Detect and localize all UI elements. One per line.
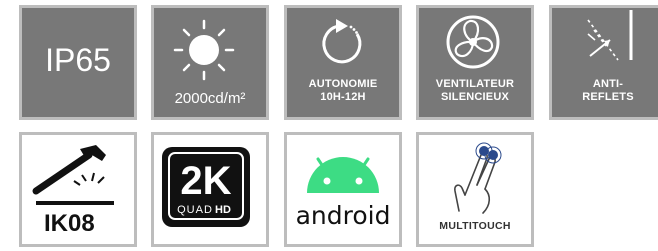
multitouch-label: MULTITOUCH bbox=[439, 220, 511, 232]
anti-glare-caption: ANTI- REFLETS bbox=[552, 78, 658, 104]
feature-tile-quad-hd: 2K QUAD HD bbox=[151, 132, 269, 247]
feature-tile-autonomy: AUTONOMIE 10H-12H bbox=[284, 5, 402, 120]
brightness-label: 2000cd/m² bbox=[174, 90, 246, 107]
hd-text: HD bbox=[215, 204, 231, 216]
feature-tile-anti-glare: ANTI- REFLETS bbox=[549, 5, 658, 120]
anti-glare-caption-line1: ANTI- bbox=[592, 78, 624, 90]
fan-caption-line1: VENTILATEUR bbox=[435, 78, 515, 90]
fan-caption-line2: SILENCIEUX bbox=[440, 91, 509, 103]
feature-tile-brightness: 2000cd/m² bbox=[151, 5, 269, 120]
autonomy-caption-line1: AUTONOMIE bbox=[308, 78, 378, 90]
feature-tile-ip65: IP65 bbox=[19, 5, 137, 120]
ik08-label: IK08 bbox=[44, 210, 95, 237]
autonomy-caption-line2: 10H-12H bbox=[320, 91, 366, 103]
quad-text: QUAD bbox=[177, 204, 213, 216]
fan-caption: VENTILATEUR SILENCIEUX bbox=[419, 78, 531, 104]
autonomy-caption: AUTONOMIE 10H-12H bbox=[287, 78, 399, 104]
ip-rating-label: IP65 bbox=[45, 42, 111, 78]
feature-tile-multitouch: MULTITOUCH bbox=[416, 132, 534, 247]
anti-glare-caption-line2: REFLETS bbox=[582, 91, 634, 103]
quad-hd-badge-icon: 2K QUAD HD bbox=[162, 147, 250, 227]
feature-tile-ik08: IK08 bbox=[19, 132, 137, 247]
android-wordmark: android bbox=[295, 201, 391, 230]
2k-badge-text: 2K bbox=[180, 159, 231, 203]
feature-tile-fan: VENTILATEUR SILENCIEUX bbox=[416, 5, 534, 120]
feature-tile-android: android bbox=[284, 132, 402, 247]
